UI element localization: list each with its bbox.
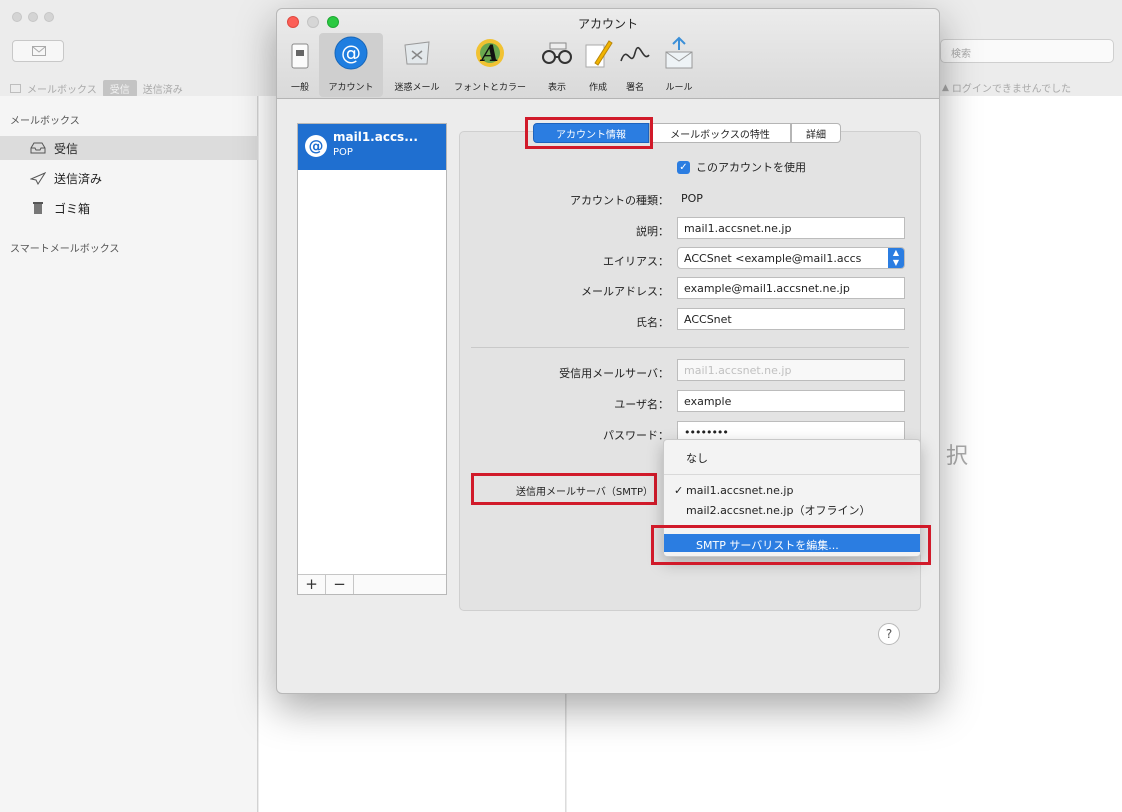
glasses-icon xyxy=(542,42,572,64)
zoom-dot-inactive xyxy=(44,12,54,22)
window-title: アカウント xyxy=(577,17,638,31)
fonts-colors-icon: A xyxy=(476,39,504,67)
trash-icon xyxy=(33,202,43,214)
toolbar-fonts-colors[interactable]: A フォントとカラー xyxy=(447,33,533,97)
password-label: パスワード： xyxy=(603,429,669,442)
viewer-placeholder-text: 択 xyxy=(946,444,969,469)
at-icon: @ xyxy=(334,36,368,70)
mailbox-sidebar: メールボックス 受信 送信済み ゴミ箱 スマートメールボックス xyxy=(0,96,258,812)
toolbar-label: 署名 xyxy=(625,83,644,93)
fav-sent[interactable]: 送信済み xyxy=(143,81,183,96)
full-name-label: 氏名： xyxy=(636,316,669,329)
svg-text:@: @ xyxy=(341,41,361,65)
username-label: ユーザ名： xyxy=(614,398,669,411)
inbox-icon xyxy=(30,142,46,154)
smtp-menu-item-none[interactable]: なし xyxy=(664,450,920,466)
favorites-bar: メールボックス 受信 送信済み xyxy=(10,79,260,97)
toolbar-label: 一般 xyxy=(290,83,309,93)
tab-advanced[interactable]: 詳細 xyxy=(791,123,841,143)
tab-label: 詳細 xyxy=(806,129,826,141)
junk-mail-icon xyxy=(404,41,430,65)
toolbar-viewing[interactable]: 表示 xyxy=(539,33,575,97)
use-account-checkbox[interactable]: ✓ このアカウントを使用 xyxy=(677,159,806,175)
smtp-menu-item-mail2[interactable]: mail2.accsnet.ne.jp（オフライン） xyxy=(664,502,920,518)
section-divider xyxy=(471,347,909,348)
toolbar-label: アカウント xyxy=(328,83,374,93)
account-list-item[interactable]: @ mail1.accs... POP xyxy=(298,124,446,170)
close-dot-inactive xyxy=(12,12,22,22)
toolbar-composing[interactable]: 作成 xyxy=(581,33,615,97)
account-list-buttons: + − xyxy=(298,574,446,594)
description-label: 説明： xyxy=(636,225,669,238)
at-icon: @ xyxy=(305,135,327,157)
toolbar-label: ルール xyxy=(665,83,693,93)
menu-separator xyxy=(664,474,920,475)
fav-inbox[interactable]: 受信 xyxy=(102,79,137,97)
sidebar-item-label: ゴミ箱 xyxy=(54,201,91,216)
smtp-menu-item-mail1[interactable]: mail1.accsnet.ne.jp xyxy=(664,484,920,497)
account-type: POP xyxy=(333,147,353,158)
preferences-window: アカウント 一般 @ アカウント 迷惑メール A フォントとカラー 表示 作成 … xyxy=(276,8,940,694)
minimize-dot-inactive xyxy=(28,12,38,22)
account-name: mail1.accs... xyxy=(333,130,418,144)
login-warning-text: ログインできませんでした xyxy=(951,84,1072,95)
help-button[interactable]: ? xyxy=(878,623,900,645)
alias-label: エイリアス： xyxy=(603,255,669,268)
svg-text:A: A xyxy=(479,41,498,67)
tab-label: メールボックスの特性 xyxy=(670,129,770,141)
warning-icon: ▲ xyxy=(942,82,949,93)
fav-mailboxes[interactable]: メールボックス xyxy=(27,81,97,96)
username-field[interactable]: example xyxy=(677,390,905,412)
login-warning[interactable]: ▲ ログインできませんでした xyxy=(942,80,1072,96)
checkbox-label: このアカウントを使用 xyxy=(696,161,806,174)
alias-value: ACCSnet <example@mail1.accs xyxy=(684,252,862,265)
toolbar-label: 作成 xyxy=(588,83,607,93)
pencil-icon xyxy=(585,40,613,68)
highlight-edit-smtp-list xyxy=(651,525,931,565)
sidebar-toggle-icon[interactable] xyxy=(10,83,21,93)
toolbar-label: 表示 xyxy=(547,83,566,93)
sidebar-item-label: 受信 xyxy=(54,141,79,156)
sidebar-item-sent[interactable]: 送信済み xyxy=(0,166,258,190)
preferences-toolbar: アカウント 一般 @ アカウント 迷惑メール A フォントとカラー 表示 作成 … xyxy=(277,9,939,99)
checkmark-icon: ✓ xyxy=(677,160,690,174)
rules-icon xyxy=(665,36,693,69)
sidebar-item-inbox[interactable]: 受信 xyxy=(0,136,258,160)
background-window-controls xyxy=(12,12,54,22)
full-name-field[interactable]: ACCSnet xyxy=(677,308,905,330)
incoming-server-label: 受信用メールサーバ： xyxy=(559,367,669,380)
email-label: メールアドレス： xyxy=(581,285,669,298)
toolbar-junk[interactable]: 迷惑メール xyxy=(389,33,445,97)
search-placeholder: 検索 xyxy=(951,49,971,60)
alias-popup[interactable]: ACCSnet <example@mail1.accs ▲ ▼ xyxy=(677,247,905,269)
tab-mailbox-behaviors[interactable]: メールボックスの特性 xyxy=(649,123,791,143)
incoming-server-field: mail1.accsnet.ne.jp xyxy=(677,359,905,381)
toolbar-rules[interactable]: ルール xyxy=(655,33,703,97)
remove-account-button[interactable]: − xyxy=(326,575,354,594)
paper-plane-icon xyxy=(30,171,46,185)
sidebar-section-title: メールボックス xyxy=(10,116,80,127)
sidebar-item-label: 送信済み xyxy=(54,171,103,186)
switch-icon xyxy=(291,43,309,69)
toolbar-general[interactable]: 一般 xyxy=(285,33,315,97)
account-list: @ mail1.accs... POP + − xyxy=(297,123,447,595)
description-field[interactable]: mail1.accsnet.ne.jp xyxy=(677,217,905,239)
signature-icon xyxy=(620,46,650,62)
add-account-button[interactable]: + xyxy=(298,575,326,594)
account-type-value: POP xyxy=(681,192,703,205)
highlight-tab-account-info xyxy=(525,117,653,149)
account-type-label: アカウントの種類： xyxy=(570,194,669,207)
email-field[interactable]: example@mail1.accsnet.ne.jp xyxy=(677,277,905,299)
toolbar-label: フォントとカラー xyxy=(453,83,526,93)
highlight-smtp-label xyxy=(471,473,657,505)
toolbar-signatures[interactable]: 署名 xyxy=(619,33,651,97)
toolbar-label: 迷惑メール xyxy=(394,83,440,93)
envelope-icon xyxy=(32,46,46,56)
sidebar-item-trash[interactable]: ゴミ箱 xyxy=(0,196,258,220)
get-mail-button[interactable] xyxy=(12,40,64,62)
background-search-field[interactable]: 検索 xyxy=(940,39,1114,63)
popup-arrows-icon: ▲ ▼ xyxy=(888,248,904,268)
toolbar-accounts[interactable]: @ アカウント xyxy=(319,33,383,97)
smart-mailboxes-title: スマートメールボックス xyxy=(10,244,120,255)
